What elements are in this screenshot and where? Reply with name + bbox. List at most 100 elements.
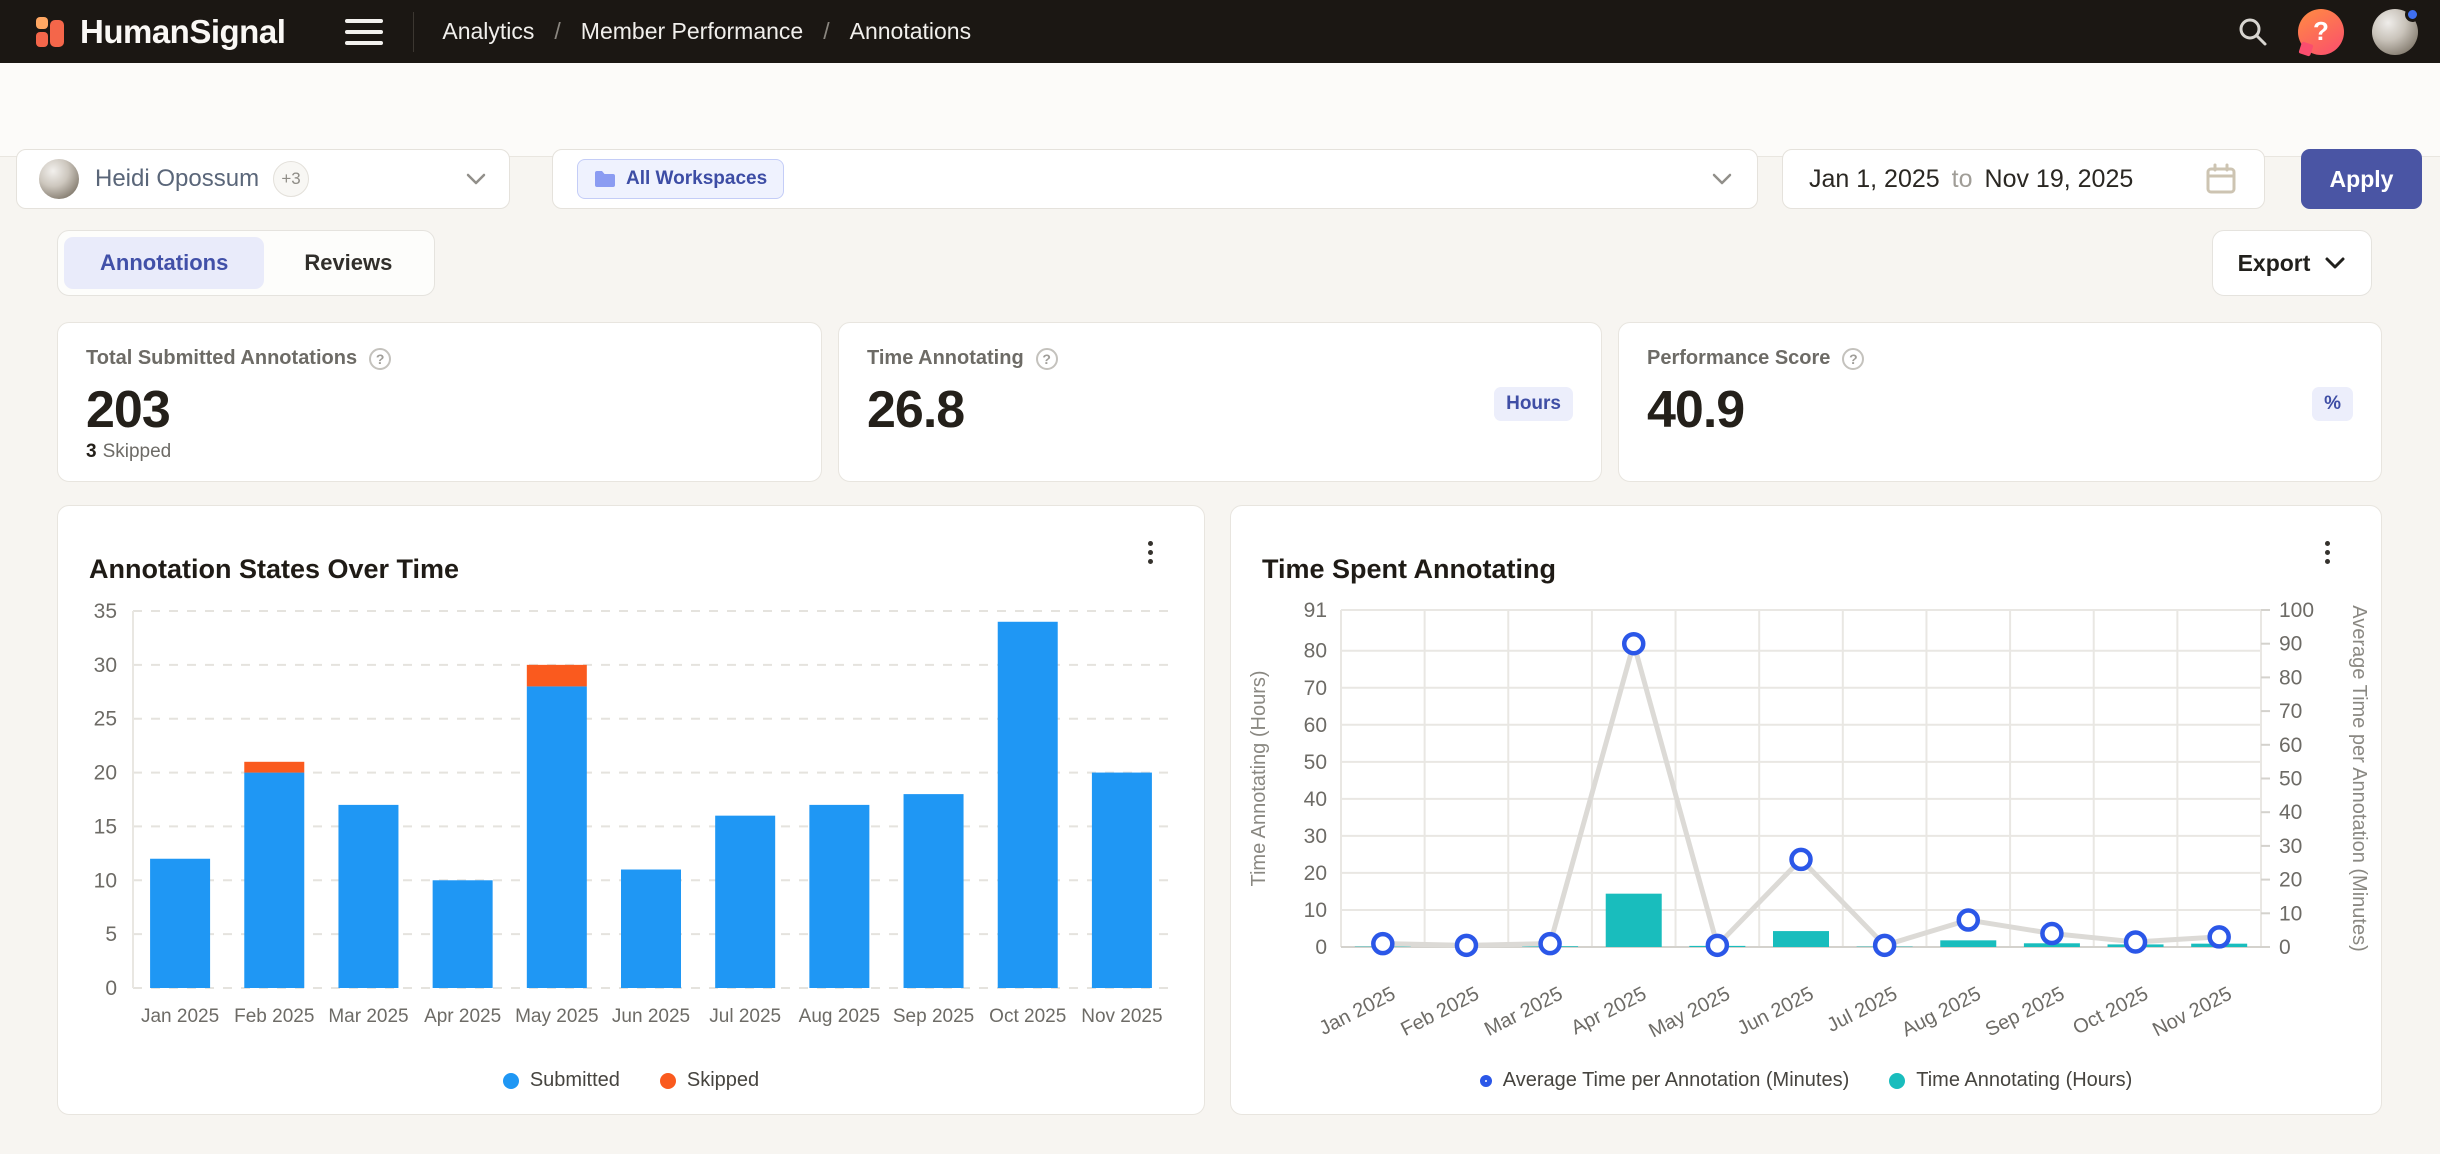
chart-title: Annotation States Over Time [89,554,459,585]
time-spent-annotating-chart-card: 0102030405060708091010203040506070809010… [1230,505,2382,1115]
svg-text:Mar 2025: Mar 2025 [328,1006,408,1027]
kpi-performance-score: Performance Score ? 40.9 % [1618,322,2382,482]
workspace-select[interactable]: All Workspaces [552,149,1758,209]
unit-badge: % [2312,387,2353,421]
menu-icon[interactable] [345,19,383,45]
annotation-states-chart-card: 05101520253035Jan 2025Feb 2025Mar 2025Ap… [57,505,1205,1115]
chevron-down-icon [1711,172,1733,186]
svg-text:10: 10 [94,869,117,892]
brand-name: HumanSignal [80,13,285,51]
member-select[interactable]: Heidi Opossum +3 [16,149,510,209]
svg-text:20: 20 [2279,869,2302,892]
workspace-chip[interactable]: All Workspaces [577,159,784,199]
breadcrumb: Analytics / Member Performance / Annotat… [442,18,971,45]
skipped-count: 3 [86,441,97,462]
svg-text:Oct 2025: Oct 2025 [989,1006,1066,1027]
member-extra-count-badge: +3 [273,161,309,197]
kpi-value: 26.8 [867,380,1573,440]
legend-item-submitted[interactable]: Submitted [503,1069,620,1092]
app-root: HumanSignal Analytics / Member Performan… [0,0,2440,1154]
kpi-value: 40.9 [1647,380,2353,440]
svg-text:0: 0 [2279,936,2291,959]
chart-menu-icon[interactable] [2309,534,2345,570]
breadcrumb-annotations[interactable]: Annotations [850,18,971,45]
apply-button[interactable]: Apply [2301,149,2422,209]
svg-text:50: 50 [2279,768,2302,791]
user-avatar[interactable] [2372,9,2418,55]
svg-text:30: 30 [2279,835,2302,858]
svg-text:Jan 2025: Jan 2025 [1316,983,1399,1040]
svg-text:Aug 2025: Aug 2025 [799,1006,880,1027]
svg-text:15: 15 [94,815,117,838]
legend-swatch-ring [1480,1075,1492,1087]
svg-text:30: 30 [94,654,117,677]
svg-text:35: 35 [94,600,117,623]
skipped-label: Skipped [103,441,172,462]
svg-text:Sep 2025: Sep 2025 [1982,983,2068,1041]
svg-text:80: 80 [2279,666,2302,689]
humansignal-logo-icon [36,17,66,47]
breadcrumb-member-performance[interactable]: Member Performance [581,18,803,45]
workspace-chip-label: All Workspaces [626,168,767,190]
svg-text:Jun 2025: Jun 2025 [1734,983,1817,1040]
breadcrumb-separator: / [823,18,829,45]
kpi-time-annotating: Time Annotating ? 26.8 Hours [838,322,1602,482]
header-actions: ? [2236,9,2440,55]
svg-text:100: 100 [2279,599,2314,622]
chevron-down-icon [465,172,487,186]
svg-text:0: 0 [1315,936,1327,959]
svg-text:May 2025: May 2025 [515,1006,598,1027]
svg-text:Nov 2025: Nov 2025 [2149,983,2235,1041]
tabs: Annotations Reviews [57,230,435,296]
svg-text:80: 80 [1304,640,1327,663]
svg-text:40: 40 [2279,801,2302,824]
svg-text:50: 50 [1304,751,1327,774]
member-name: Heidi Opossum [95,165,259,193]
svg-text:10: 10 [1304,899,1327,922]
kpi-title: Total Submitted Annotations [86,347,357,370]
help-circle-icon[interactable]: ? [369,348,391,370]
help-circle-icon[interactable]: ? [1842,348,1864,370]
filter-toolbar: Heidi Opossum +3 All Workspaces Jan 1, 2… [0,63,2440,157]
svg-text:Jan 2025: Jan 2025 [141,1006,219,1027]
svg-text:Nov 2025: Nov 2025 [1081,1006,1162,1027]
date-range-input[interactable]: Jan 1, 2025 to Nov 19, 2025 [1782,149,2265,209]
svg-text:May 2025: May 2025 [1645,983,1733,1042]
help-icon[interactable]: ? [2298,9,2344,55]
kpi-title: Time Annotating [867,347,1024,370]
svg-text:Apr 2025: Apr 2025 [424,1006,501,1027]
svg-text:91: 91 [1304,599,1327,622]
brand[interactable]: HumanSignal [36,13,285,51]
legend-swatch [660,1073,676,1089]
folder-icon [594,170,616,188]
member-avatar [39,159,79,199]
svg-text:Feb 2025: Feb 2025 [234,1006,314,1027]
svg-text:70: 70 [1304,677,1327,700]
chart-menu-icon[interactable] [1132,534,1168,570]
svg-text:Jul 2025: Jul 2025 [1824,983,1901,1037]
kpi-title: Performance Score [1647,347,1830,370]
breadcrumb-analytics[interactable]: Analytics [442,18,534,45]
export-button[interactable]: Export [2212,230,2372,296]
legend-item-skipped[interactable]: Skipped [660,1069,759,1092]
svg-text:20: 20 [1304,862,1327,885]
svg-text:0: 0 [105,977,117,1000]
chevron-down-icon [2324,256,2346,270]
date-from: Jan 1, 2025 [1809,165,1940,194]
legend-item-avg-time[interactable]: Average Time per Annotation (Minutes) [1480,1069,1849,1092]
search-icon[interactable] [2236,15,2270,49]
top-bar: HumanSignal Analytics / Member Performan… [0,0,2440,63]
kpi-footer: 3 Skipped [86,441,171,463]
tab-reviews[interactable]: Reviews [268,237,428,289]
svg-text:Apr 2025: Apr 2025 [1568,983,1650,1039]
calendar-icon[interactable] [2204,162,2238,196]
svg-text:20: 20 [94,762,117,785]
chart-legend: Average Time per Annotation (Minutes) Ti… [1231,1069,2381,1092]
svg-text:Average Time per Annotation (M: Average Time per Annotation (Minutes) [2348,605,2370,951]
breadcrumb-separator: / [554,18,560,45]
help-circle-icon[interactable]: ? [1036,348,1058,370]
legend-item-time-annotating[interactable]: Time Annotating (Hours) [1889,1069,2132,1092]
tab-annotations[interactable]: Annotations [64,237,264,289]
annotation-states-chart: 05101520253035Jan 2025Feb 2025Mar 2025Ap… [58,506,1206,1116]
svg-text:5: 5 [105,923,117,946]
